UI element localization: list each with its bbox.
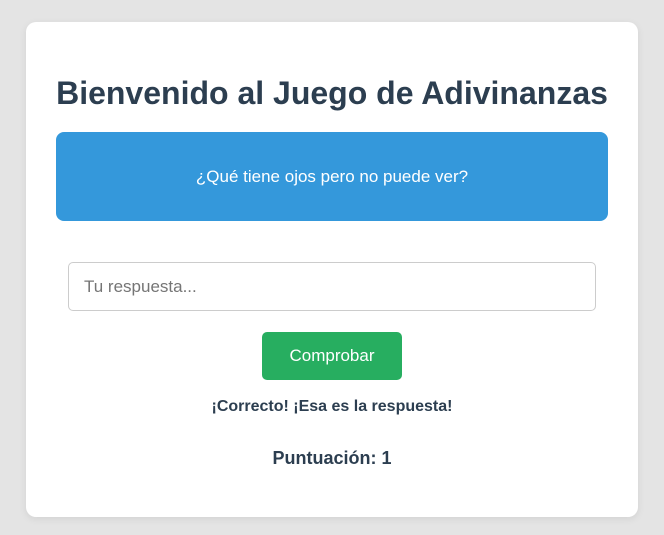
score-display: Puntuación: 1 bbox=[272, 448, 392, 468]
game-card: Bienvenido al Juego de Adivinanzas ¿Qué … bbox=[26, 22, 638, 517]
page-title: Bienvenido al Juego de Adivinanzas bbox=[56, 75, 608, 111]
riddle-box: ¿Qué tiene ojos pero no puede ver? bbox=[56, 132, 608, 221]
answer-input[interactable] bbox=[68, 262, 596, 311]
check-button[interactable]: Comprobar bbox=[262, 332, 402, 380]
riddle-text: ¿Qué tiene ojos pero no puede ver? bbox=[195, 166, 469, 186]
feedback-message: ¡Correcto! ¡Esa es la respuesta! bbox=[211, 398, 453, 415]
